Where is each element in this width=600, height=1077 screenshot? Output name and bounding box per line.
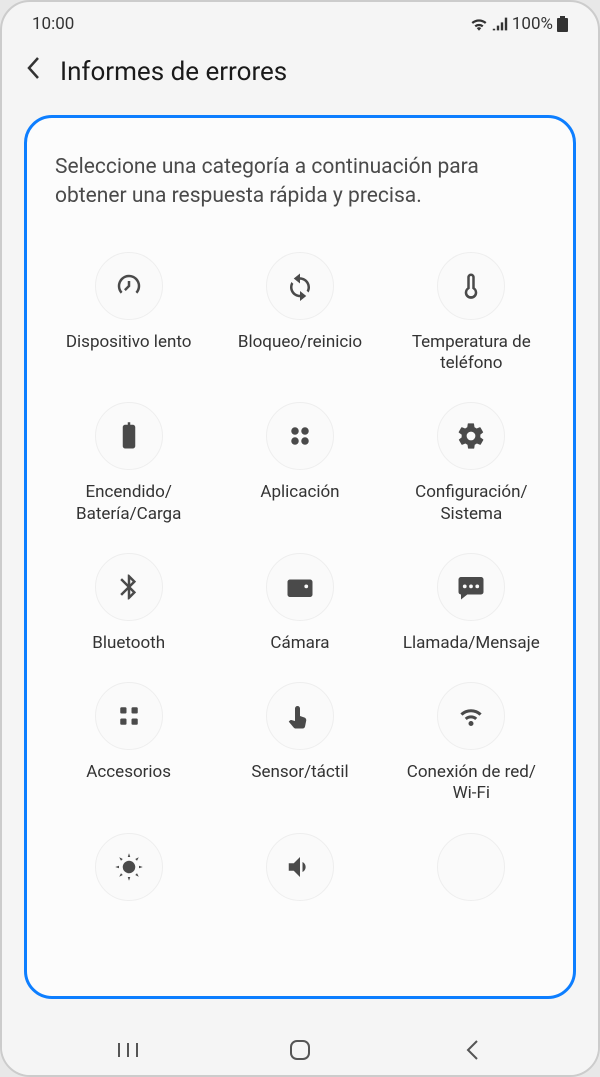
category-label: Aplicación bbox=[260, 482, 339, 503]
status-time: 10:00 bbox=[32, 14, 74, 34]
speedometer-icon bbox=[95, 252, 163, 320]
category-sensor-touch[interactable]: Sensor/táctil bbox=[218, 682, 381, 805]
category-network-wifi[interactable]: Conexión de red/Wi-Fi bbox=[390, 682, 553, 805]
battery-icon bbox=[95, 402, 163, 470]
battery-icon bbox=[557, 16, 568, 32]
navigation-bar bbox=[2, 1025, 598, 1075]
category-slow-device[interactable]: Dispositivo lento bbox=[47, 252, 210, 375]
wifi-icon bbox=[470, 17, 488, 31]
status-indicators: 100% bbox=[470, 14, 568, 34]
category-camera[interactable]: Cámara bbox=[218, 553, 381, 654]
category-accessories[interactable]: Accesorios bbox=[47, 682, 210, 805]
category-power-battery[interactable]: Encendido/Batería/Carga bbox=[47, 402, 210, 525]
restart-icon bbox=[266, 252, 334, 320]
back-button[interactable] bbox=[26, 56, 40, 87]
thermometer-icon bbox=[437, 252, 505, 320]
instruction-text: Seleccione una categoría a continuación … bbox=[47, 153, 553, 212]
category-label: Bloqueo/reinicio bbox=[238, 332, 362, 353]
apps-icon bbox=[266, 402, 334, 470]
brightness-icon bbox=[95, 833, 163, 901]
category-label: Cámara bbox=[270, 633, 329, 654]
category-partial-2[interactable] bbox=[218, 833, 381, 913]
category-lock-restart[interactable]: Bloqueo/reinicio bbox=[218, 252, 381, 375]
message-icon bbox=[437, 553, 505, 621]
category-label: Dispositivo lento bbox=[66, 332, 192, 353]
bluetooth-icon bbox=[95, 553, 163, 621]
category-label: Accesorios bbox=[86, 762, 171, 783]
category-label: Conexión de red/Wi-Fi bbox=[407, 762, 536, 805]
content-panel: Seleccione una categoría a continuación … bbox=[24, 115, 576, 999]
settings-icon bbox=[437, 402, 505, 470]
apps-icon bbox=[95, 682, 163, 750]
back-nav-button[interactable] bbox=[442, 1030, 502, 1070]
camera-icon bbox=[266, 553, 334, 621]
category-label: Llamada/Mensaje bbox=[403, 633, 540, 654]
touch-icon bbox=[266, 682, 334, 750]
category-label: Bluetooth bbox=[92, 633, 165, 654]
category-temperature[interactable]: Temperatura de teléfono bbox=[390, 252, 553, 375]
category-label: Sensor/táctil bbox=[251, 762, 348, 783]
category-label: Temperatura de teléfono bbox=[391, 332, 551, 375]
battery-percent: 100% bbox=[512, 14, 553, 34]
category-application[interactable]: Aplicación bbox=[218, 402, 381, 525]
categories-grid: Dispositivo lento Bloqueo/reinicio Tempe… bbox=[47, 252, 553, 913]
category-settings-system[interactable]: Configuración/Sistema bbox=[390, 402, 553, 525]
header: Informes de errores bbox=[2, 42, 598, 107]
volume-icon bbox=[266, 833, 334, 901]
home-button[interactable] bbox=[270, 1030, 330, 1070]
category-bluetooth[interactable]: Bluetooth bbox=[47, 553, 210, 654]
page-title: Informes de errores bbox=[60, 57, 287, 87]
category-label: Configuración/Sistema bbox=[415, 482, 527, 525]
status-bar: 10:00 100% bbox=[2, 2, 598, 42]
wifi-icon bbox=[437, 682, 505, 750]
category-partial-3[interactable] bbox=[390, 833, 553, 913]
category-partial-1[interactable] bbox=[47, 833, 210, 913]
more-icon bbox=[437, 833, 505, 901]
signal-icon bbox=[492, 17, 508, 31]
recents-button[interactable] bbox=[98, 1030, 158, 1070]
category-label: Encendido/Batería/Carga bbox=[76, 482, 181, 525]
category-call-message[interactable]: Llamada/Mensaje bbox=[390, 553, 553, 654]
